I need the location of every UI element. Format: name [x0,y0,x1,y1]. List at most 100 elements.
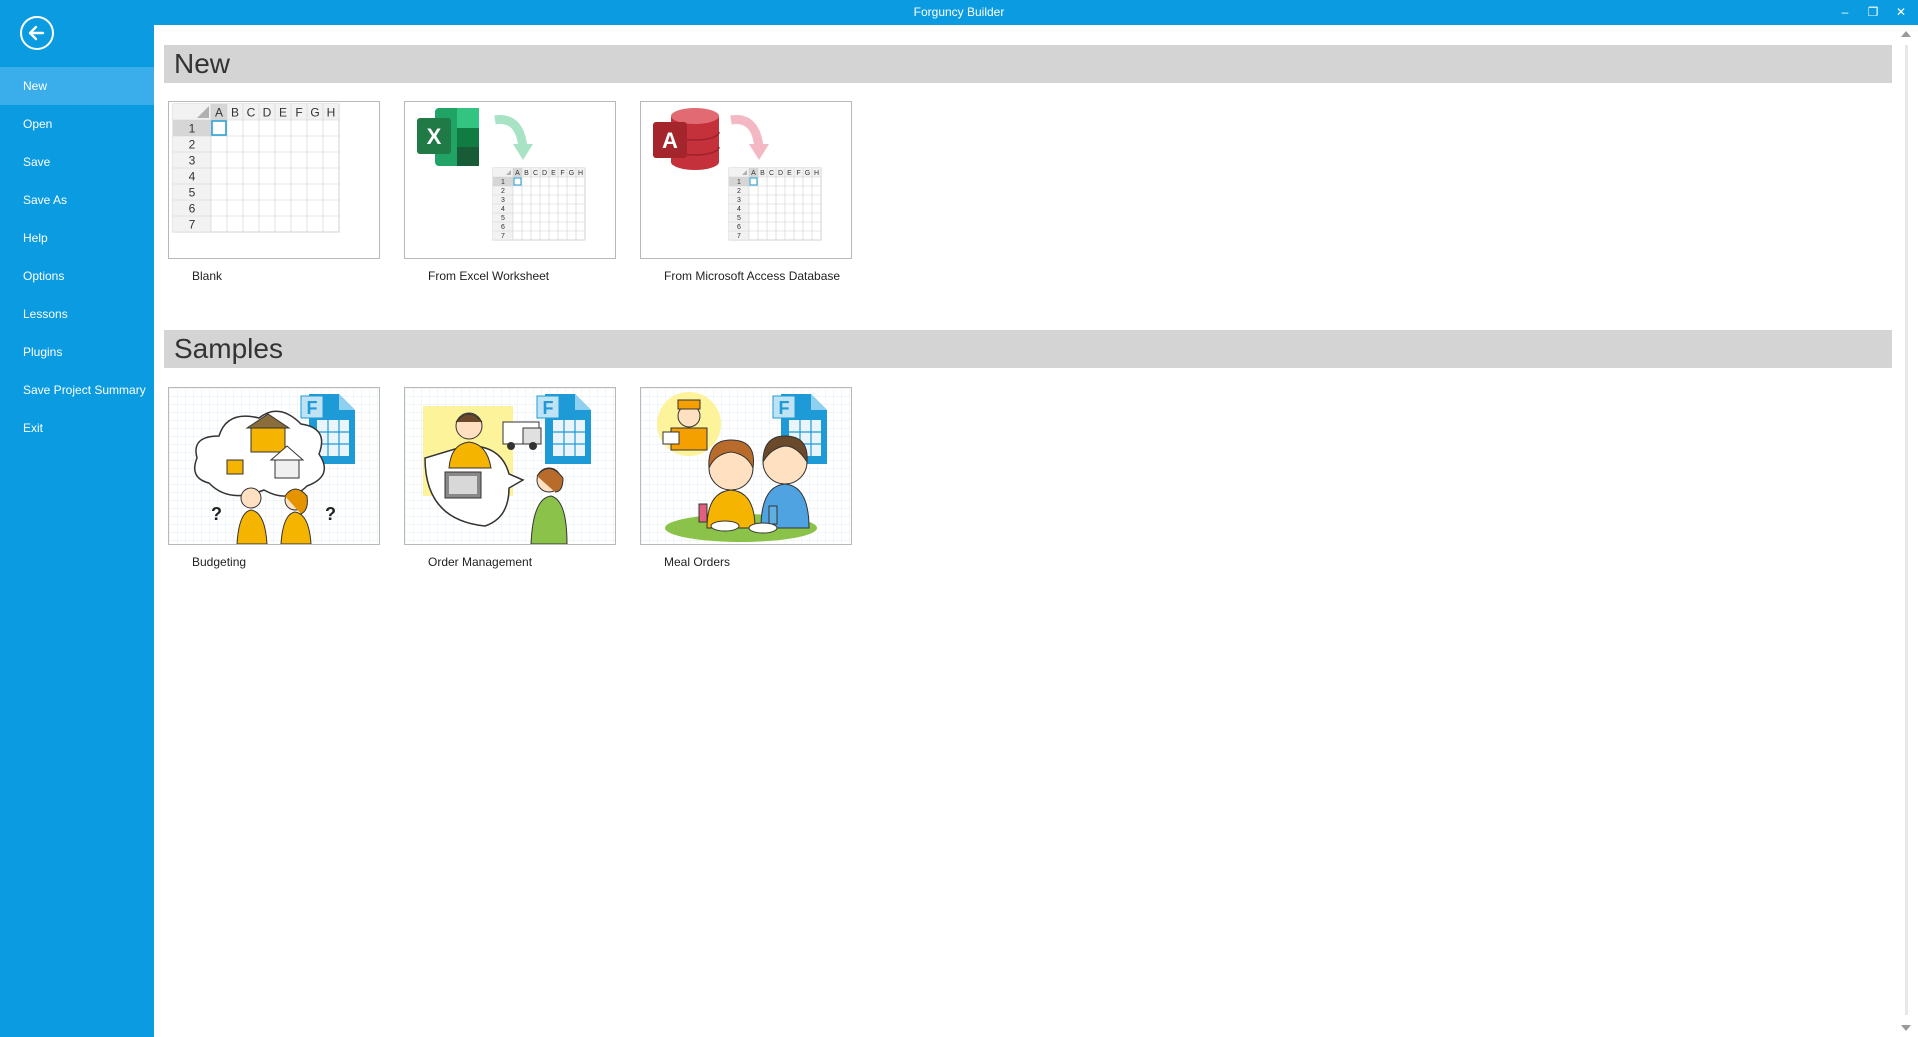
card-label-from-excel: From Excel Worksheet [428,269,550,283]
row-header: 4 [501,206,505,213]
column-header: G [805,170,810,177]
row-header: 2 [501,188,505,195]
excel-import-icon: X ABCDEFGH 1 2 3 4 5 6 7 [404,101,616,259]
card-order-management[interactable]: F Order Management [404,387,616,569]
column-header: A [215,105,223,119]
sidebar-nav: New Open Save Save As Help Options Lesso… [0,67,154,447]
vertical-scrollbar[interactable] [1896,25,1918,1037]
column-header: H [578,170,583,177]
card-from-excel[interactable]: X ABCDEFGH 1 2 3 4 5 6 7 From Excel Worksheet [404,101,616,283]
row-header: 5 [501,215,505,222]
row-header: 3 [189,153,196,167]
row-header: 6 [189,201,196,215]
row-header: 3 [501,197,505,204]
spreadsheet-grid: A B C D E F G H 1 2 3 4 5 6 7 [172,103,340,233]
card-label-order-management: Order Management [428,555,533,569]
section-title-new: New [174,48,231,79]
column-header: B [524,170,529,177]
order-management-illustration-icon: F [404,387,616,545]
row-header: 1 [737,179,741,186]
sidebar-item-new[interactable]: New [0,67,154,105]
blank-spreadsheet-icon: ABCDEFGH 1 2 3 4 5 6 7 [168,101,380,259]
column-header: B [231,105,239,119]
column-header: G [310,105,319,119]
row-header: 5 [737,215,741,222]
svg-text:A: A [662,128,678,153]
sidebar-item-open[interactable]: Open [0,105,154,143]
column-header: E [787,170,792,177]
sidebar-item-lessons[interactable]: Lessons [0,295,154,333]
back-button[interactable] [20,16,54,50]
column-header: A [515,170,520,177]
main-content: New ABCDEFGH1234567 Blank X ABCDEFGH1234… [154,25,1894,1037]
row-header: 2 [737,188,741,195]
column-header: C [247,105,256,119]
row-header: 2 [189,137,196,151]
card-blank[interactable]: ABCDEFGH 1 2 3 4 5 6 7 Blank [168,101,380,283]
svg-text:?: ? [325,504,336,524]
row-header: 4 [189,169,196,183]
card-from-access[interactable]: A ABCDEFGH1234567 From Microsoft Access … [640,101,852,283]
sidebar-item-save-project-summary[interactable]: Save Project Summary [0,371,154,409]
card-budgeting[interactable]: F ? ? Budgeting [168,387,380,569]
card-meal-orders[interactable]: F Meal Orders [640,387,852,569]
column-header: E [551,170,556,177]
mini-spreadsheet-grid: A B C D E F G H 1 2 3 4 5 6 7 [728,167,822,241]
column-header: F [796,170,800,177]
row-header: 6 [737,224,741,231]
row-header: 7 [737,233,741,240]
card-label-meal-orders: Meal Orders [664,555,731,569]
row-header: 6 [501,224,505,231]
sidebar-item-exit[interactable]: Exit [0,409,154,447]
column-header: H [814,170,819,177]
sidebar-item-save[interactable]: Save [0,143,154,181]
column-header: B [760,170,765,177]
title-bar: Forguncy Builder – ❐ ✕ [0,0,1918,25]
scroll-track[interactable] [1905,45,1908,1015]
restore-button[interactable]: ❐ [1859,0,1887,25]
sidebar-item-save-as[interactable]: Save As [0,181,154,219]
card-label-blank: Blank [192,269,223,283]
sidebar-item-plugins[interactable]: Plugins [0,333,154,371]
scroll-up-icon[interactable] [1901,31,1911,37]
column-header: F [560,170,564,177]
row-header: 1 [189,121,196,135]
minimize-button[interactable]: – [1831,0,1859,25]
row-header: 3 [737,197,741,204]
column-header: C [769,170,774,177]
svg-text:F: F [779,398,790,418]
section-header-samples: Samples [164,330,1892,368]
arrow-left-icon [28,25,45,41]
access-import-icon: A ABCDEFGH1234567 [640,101,852,259]
column-header: D [263,105,272,119]
section-header-new: New [164,45,1892,83]
row-header: 7 [501,233,505,240]
svg-text:F: F [307,398,318,418]
section-title-samples: Samples [174,333,283,364]
row-header: 7 [189,217,196,231]
column-header: D [778,170,783,177]
sidebar: New Open Save Save As Help Options Lesso… [0,0,154,1037]
column-header: D [542,170,547,177]
column-header: E [279,105,287,119]
column-header: G [569,170,574,177]
row-header: 4 [737,206,741,213]
window-title: Forguncy Builder [913,5,1005,19]
column-header: H [327,105,336,119]
card-label-from-access: From Microsoft Access Database [664,269,841,283]
svg-text:X: X [427,124,442,149]
budgeting-illustration-icon: F ? ? [168,387,380,545]
sidebar-item-options[interactable]: Options [0,257,154,295]
close-button[interactable]: ✕ [1887,0,1915,25]
column-header: F [295,105,302,119]
sidebar-item-help[interactable]: Help [0,219,154,257]
scroll-down-icon[interactable] [1901,1025,1911,1031]
column-header: A [751,170,756,177]
svg-text:F: F [543,398,554,418]
column-header: C [533,170,538,177]
mini-spreadsheet-grid: A B C D E F G H 1 2 3 4 5 6 7 [492,167,586,241]
svg-text:?: ? [211,504,222,524]
meal-orders-illustration-icon: F [640,387,852,545]
card-label-budgeting: Budgeting [192,555,247,569]
row-header: 1 [501,179,505,186]
